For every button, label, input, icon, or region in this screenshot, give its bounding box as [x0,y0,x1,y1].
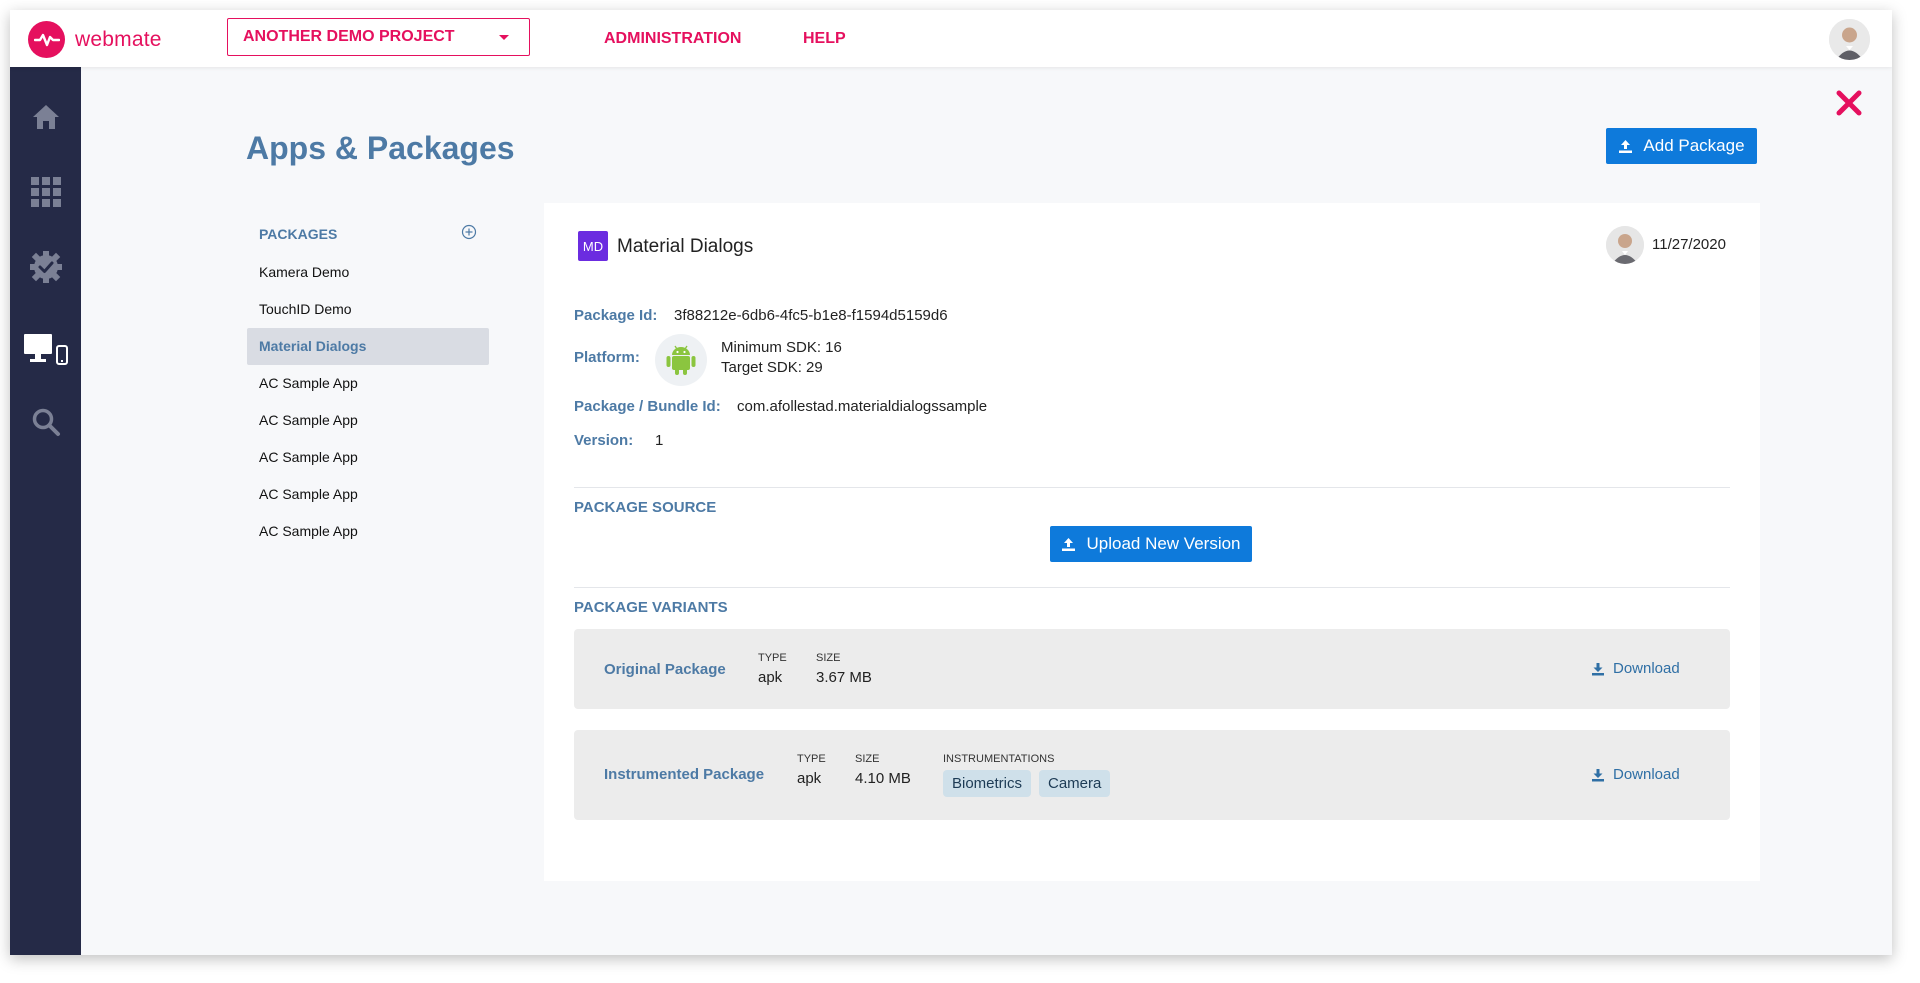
package-item-ac-sample-app[interactable]: AC Sample App [247,402,489,439]
size-value: 3.67 MB [816,669,872,686]
packages-header: PACKAGES [247,222,489,246]
uploader-avatar [1606,226,1644,264]
add-circle-icon[interactable] [461,224,477,245]
add-package-button[interactable]: Add Package [1606,128,1757,164]
package-id-label: Package Id: [574,307,658,324]
variant-name: Original Package [604,661,726,678]
project-selector-label: ANOTHER DEMO PROJECT [243,28,455,45]
variant-name: Instrumented Package [604,766,765,783]
package-item-ac-sample-app[interactable]: AC Sample App [247,365,489,402]
upload-new-version-button[interactable]: Upload New Version [1050,526,1252,562]
webmate-logo[interactable]: webmate [28,21,162,58]
download-instrumented-button[interactable]: Download [1591,766,1680,783]
download-icon [1592,768,1604,781]
sidebar [10,67,81,955]
package-detail-card: MD Material Dialogs 11/27/2020 Package I… [544,203,1760,881]
sidebar-item-search[interactable] [10,397,81,447]
package-id-value: 3f88212e-6db6-4fc5-b1e8-f1594d5159d6 [674,307,948,324]
bundle-id-label: Package / Bundle Id: [574,398,721,415]
tag-camera: Camera [1039,770,1111,797]
type-value: apk [758,669,783,686]
type-label: TYPE [797,753,826,765]
home-icon [32,105,59,129]
nav-help[interactable]: HELP [803,30,846,48]
min-sdk: Minimum SDK: 16 [721,339,842,356]
package-variants-title: PACKAGE VARIANTS [574,599,728,616]
download-label: Download [1613,660,1680,677]
platform-label: Platform: [574,349,640,366]
package-title: Material Dialogs [617,236,754,257]
package-source-title: PACKAGE SOURCE [574,499,717,516]
divider [574,587,1730,588]
download-label: Download [1613,766,1680,783]
chevron-down-icon [499,35,509,40]
sidebar-item-settings[interactable] [10,242,81,292]
version-label: Version: [574,432,634,449]
divider [574,487,1730,488]
size-label: SIZE [855,753,880,765]
version-value: 1 [655,432,664,449]
sidebar-item-apps[interactable] [10,167,81,217]
app-window: webmate ANOTHER DEMO PROJECT ADMINISTRAT… [10,10,1892,955]
upload-icon [1062,537,1076,551]
variant-row-instrumented: Instrumented Package TYPE apk SIZE 4.10 … [574,730,1730,820]
upload-date: 11/27/2020 [1652,236,1726,253]
devices-icon [23,334,68,365]
brand-name: webmate [75,27,162,51]
upload-new-version-label: Upload New Version [1086,534,1241,553]
apps-grid-icon [30,177,61,207]
close-icon[interactable] [1834,88,1864,118]
top-bar: webmate ANOTHER DEMO PROJECT ADMINISTRAT… [10,10,1892,67]
package-item-material-dialogs[interactable]: Material Dialogs [247,328,489,365]
settings-check-icon [29,251,62,283]
instrumentations-label: INSTRUMENTATIONS [943,753,1055,765]
download-icon [1592,662,1604,675]
package-item-ac-sample-app[interactable]: AC Sample App [247,513,489,550]
upload-icon [1619,139,1633,153]
package-item-kamera-demo[interactable]: Kamera Demo [247,254,489,291]
target-sdk: Target SDK: 29 [721,359,823,376]
packages-header-label: PACKAGES [259,226,338,242]
webmate-logo-icon [28,21,65,58]
package-item-touchid-demo[interactable]: TouchID Demo [247,291,489,328]
packages-list: PACKAGES Kamera Demo TouchID Demo Materi… [247,222,489,550]
download-original-button[interactable]: Download [1591,660,1680,677]
sidebar-item-devices[interactable] [10,325,81,375]
size-label: SIZE [816,652,841,664]
variant-row-original: Original Package TYPE apk SIZE 3.67 MB D… [574,629,1730,709]
package-badge: MD [578,231,608,261]
page-title: Apps & Packages [246,130,515,166]
android-icon [655,334,707,386]
package-item-ac-sample-app[interactable]: AC Sample App [247,439,489,476]
size-value: 4.10 MB [855,770,911,787]
type-label: TYPE [758,652,787,664]
add-package-label: Add Package [1643,136,1745,155]
bundle-id-value: com.afollestad.materialdialogssample [737,398,988,415]
type-value: apk [797,770,822,787]
tag-biometrics: Biometrics [943,770,1032,797]
sidebar-item-home[interactable] [10,92,81,142]
search-icon [32,408,60,436]
project-selector[interactable]: ANOTHER DEMO PROJECT [227,18,530,56]
user-avatar[interactable] [1829,19,1870,60]
nav-administration[interactable]: ADMINISTRATION [604,30,741,48]
package-item-ac-sample-app[interactable]: AC Sample App [247,476,489,513]
